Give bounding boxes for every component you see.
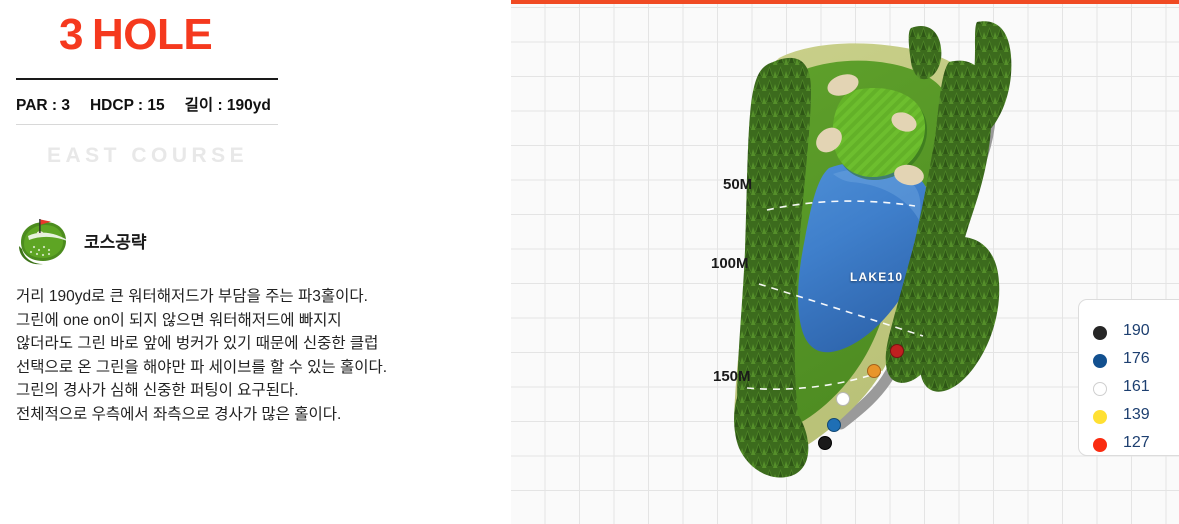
length-spec: 길이 : 190yd: [184, 97, 271, 114]
strategy-header: 코스공략: [16, 216, 316, 266]
strategy-line: 그린에 one on이 되지 않으면 워터해저드에 빠지지: [16, 311, 342, 329]
par-spec: PAR : 3: [16, 97, 70, 114]
legend-row-blue: 176: [1093, 348, 1179, 374]
blue-tee-marker: [827, 418, 841, 432]
page-title: 3 HOLE: [59, 10, 213, 60]
hole-word: HOLE: [91, 10, 213, 59]
legend-value-white: 161: [1123, 378, 1150, 395]
hole-specs: PAR : 3 HDCP : 15 길이 : 190yd: [16, 93, 296, 115]
legend-dot-white: [1093, 382, 1107, 396]
strategy-line: 않더라도 그린 바로 앞에 벙커가 있기 때문에 신중한 클럽: [16, 335, 379, 352]
distance-label-100m: 100M: [711, 255, 749, 272]
legend-value-red: 127: [1123, 434, 1150, 451]
lake-label: LAKE10: [850, 270, 904, 284]
divider-top: [16, 78, 278, 80]
legend-dot-black: [1093, 326, 1107, 340]
tee-distance-legend: 190 176 161 139 127: [1078, 299, 1179, 456]
orange-tee-marker: [867, 364, 881, 378]
course-name: EAST COURSE: [47, 144, 249, 167]
legend-value-blue: 176: [1123, 350, 1150, 367]
hole-info-page: 3 HOLE PAR : 3 HDCP : 15 길이 : 190yd EAST CO…: [0, 0, 1179, 524]
legend-dot-blue: [1093, 354, 1107, 368]
legend-row-white: 161: [1093, 376, 1179, 402]
hole-number: 3: [59, 10, 83, 59]
hdcp-spec: HDCP : 15: [89, 97, 165, 114]
legend-value-black: 190: [1123, 322, 1150, 339]
map-top-accent-bar: [511, 0, 1179, 4]
legend-row-red: 127: [1093, 432, 1179, 458]
strategy-line: 전체적으로 우측에서 좌측으로 경사가 많은 홀이다.: [16, 405, 342, 423]
black-tee-marker: [818, 436, 832, 450]
distance-label-150m: 150M: [713, 368, 751, 385]
golf-green-flag-icon: [16, 216, 74, 266]
red-tee-marker: [890, 344, 904, 358]
strategy-description: 거리 190yd로 큰 워터해저드가 부담을 주는 파3홀이다. 그린에 one…: [16, 285, 486, 426]
strategy-line: 그린의 경사가 심해 신중한 퍼팅이 요구된다.: [16, 382, 299, 399]
divider-bottom: [16, 124, 278, 125]
legend-dot-red: [1093, 438, 1107, 452]
distance-label-50m: 50M: [723, 176, 753, 193]
strategy-heading-text: 코스공략: [84, 233, 147, 252]
legend-row-yellow: 139: [1093, 404, 1179, 430]
strategy-line: 거리 190yd로 큰 워터해저드가 부담을 주는 파3홀이다.: [16, 288, 368, 305]
legend-dot-yellow: [1093, 410, 1107, 424]
strategy-line: 선택으로 온 그린을 해야만 파 세이브를 할 수 있는 홀이다.: [16, 358, 388, 376]
legend-row-black: 190: [1093, 320, 1179, 346]
white-tee-marker: [836, 392, 850, 406]
hole-info-panel: 3 HOLE PAR : 3 HDCP : 15 길이 : 190yd EAST CO…: [0, 0, 511, 524]
legend-value-yellow: 139: [1123, 406, 1150, 423]
